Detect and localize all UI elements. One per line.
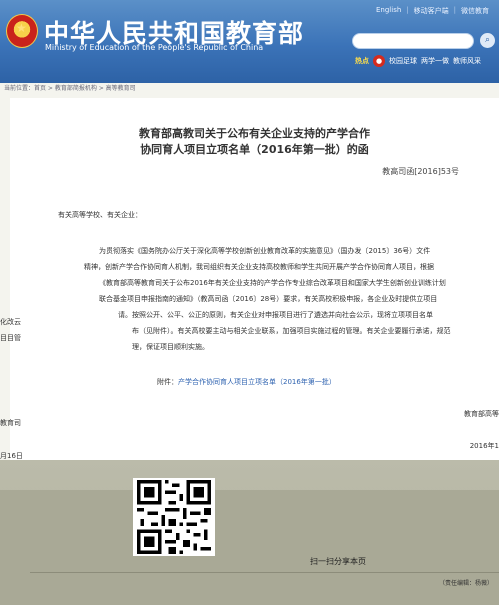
paragraph-line: 布（见附件）。有关高校要主动与相关企业联系，加强项目实施过程的管理。有关企业要履… [132,327,451,335]
attachment-prefix: 附件： [157,378,178,386]
text-fragment: 目目管 [0,334,21,342]
site-header: ★ 中华人民共和国教育部 Ministry of Education of th… [0,0,499,83]
paragraph-line: 理，保证项目顺利实施。 [132,343,209,351]
breadcrumb[interactable]: 当前位置：首页 > 教育部简报机构 > 高等教育司 [4,83,136,92]
top-link-english[interactable]: English [376,6,401,16]
responsible-editor: （责任编辑：杨薇） [438,580,493,587]
document-title-line2: 协同育人项目立项名单（2016年第一批）的函 [140,143,369,156]
divider [30,572,499,573]
qr-caption: 扫一扫分享本页 [310,557,366,566]
text-fragment: 化改云 [0,318,21,326]
search-input[interactable] [352,33,474,49]
attachment: 附件：产学合作协同育人项目立项名单（2016年第一批） [157,377,336,387]
document-title-line1: 教育部高教司关于公布有关企业支持的产学合作 [139,127,370,140]
football-icon: ● [373,55,385,67]
top-links: English | 移动客户端 | 微信教育 [376,6,489,16]
top-link-mobile[interactable]: 移动客户端 [414,6,449,16]
quick-link-teacher[interactable]: 教师风采 [453,56,481,66]
document-number: 教高司函[2016]53号 [382,167,459,176]
site-subtitle: Ministry of Education of the People's Re… [45,43,264,52]
hot-label: 热点 [355,57,369,65]
signature: 教育部高等 [464,410,499,418]
search-icon[interactable]: ⌕ [480,33,495,48]
paragraph-line: 精神，创新产学合作协同育人机制，我司组织有关企业支持高校教师和学生共同开展产学合… [84,263,434,271]
document-content: 教育部高教司关于公布有关企业支持的产学合作 协同育人项目立项名单（2016年第一… [10,98,499,508]
top-link-wechat[interactable]: 微信教育 [461,6,489,16]
quick-links: 热点 ● 校园足球 两学一做 教师风采 [355,55,481,67]
paragraph-line: 请。按照公开、公平、公正的原则，有关企业对申报项目进行了遴选并向社会公示，现将立… [118,311,433,319]
paragraph-line: 为贯彻落实《国务院办公厅关于深化高等学校创新创业教育改革的实施意见》（国办发〔2… [99,247,431,255]
text-fragment: 教育司 [0,419,21,427]
quick-link-study[interactable]: 两学一做 [421,56,449,66]
salutation: 有关高等学校、有关企业： [58,211,142,219]
qr-section-band [0,490,499,605]
divider: | [453,6,456,14]
quick-link-football[interactable]: 校园足球 [389,56,417,66]
attachment-link[interactable]: 产学合作协同育人项目立项名单（2016年第一批） [178,378,336,386]
date: 2016年1 [469,442,499,450]
national-emblem-icon: ★ [6,14,38,48]
paragraph-line: 《教育部高等教育司关于公布2016年有关企业支持的产学合作专业综合改革项目和国家… [99,279,446,287]
paragraph-line: 联合基金项目申报指南的通知》（教高司函〔2016〕28号）要求，有关高校积极申报… [99,295,438,303]
divider: | [406,6,409,14]
qr-code-icon [133,478,215,556]
